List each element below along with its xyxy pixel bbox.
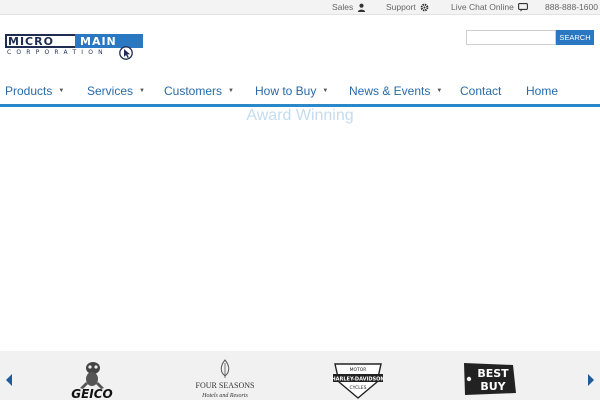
nav-item-label: Home bbox=[526, 84, 559, 98]
dropdown-caret-icon: ▼ bbox=[322, 88, 329, 94]
gear-icon bbox=[420, 3, 429, 12]
chevron-left-icon[interactable] bbox=[5, 373, 13, 387]
logo-word-micro: MICRO bbox=[8, 35, 54, 48]
chevron-right-icon[interactable] bbox=[587, 373, 595, 387]
dropdown-caret-icon: ▼ bbox=[436, 88, 443, 94]
sales-label: Sales bbox=[332, 2, 354, 12]
gecko-icon bbox=[80, 362, 104, 389]
person-icon bbox=[358, 3, 366, 12]
nav-item-home[interactable]: Home bbox=[526, 82, 558, 100]
nav-item-products[interactable]: Products ▼ bbox=[5, 82, 64, 100]
main-navigation: Products ▼ Services ▼ Customers ▼ How to… bbox=[0, 80, 600, 105]
logo-subtitle: CORPORATION bbox=[7, 49, 108, 56]
harley-wordmark: HARLEY-DAVIDSON bbox=[331, 377, 384, 383]
search-input[interactable] bbox=[466, 30, 556, 45]
hero-heading: Award Winning bbox=[246, 107, 354, 124]
nav-item-label: Customers bbox=[164, 84, 223, 98]
harley-davidson-logo[interactable]: MOTOR HARLEY-DAVIDSON CYCLES bbox=[331, 360, 385, 400]
geico-logo[interactable]: GEICO bbox=[60, 358, 124, 400]
nav-item-customers[interactable]: Customers ▼ bbox=[164, 82, 234, 100]
phone-number: 888-888-1600 bbox=[545, 2, 598, 12]
dropdown-caret-icon: ▼ bbox=[139, 88, 145, 94]
tree-icon bbox=[220, 359, 230, 378]
four-seasons-wordmark: FOUR SEASONS bbox=[196, 381, 255, 390]
nav-item-label: How to Buy bbox=[255, 84, 317, 98]
four-seasons-logo[interactable]: FOUR SEASONS Hotels and Resorts bbox=[192, 358, 258, 400]
nav-item-label: Services bbox=[87, 84, 134, 98]
nav-item-label: Contact bbox=[460, 84, 502, 98]
nav-item-contact[interactable]: Contact bbox=[460, 82, 501, 100]
harley-top-text: MOTOR bbox=[350, 367, 367, 373]
nav-item-label: Products bbox=[5, 84, 53, 98]
support-label: Support bbox=[386, 2, 416, 12]
nav-item-news-events[interactable]: News & Events ▼ bbox=[349, 82, 442, 100]
dropdown-caret-icon: ▼ bbox=[228, 88, 234, 94]
search-button[interactable]: SEARCH bbox=[556, 30, 594, 45]
sales-link[interactable]: Sales bbox=[332, 2, 366, 13]
chat-label: Live Chat Online bbox=[451, 2, 514, 12]
logo-word-main: MAIN bbox=[80, 35, 117, 48]
company-logo[interactable]: MICRO MAIN CORPORATION bbox=[5, 34, 143, 60]
chat-bubble-icon bbox=[517, 3, 528, 12]
live-chat-link[interactable]: Live Chat Online bbox=[451, 2, 528, 13]
cursor-icon bbox=[119, 46, 133, 60]
dropdown-caret-icon: ▼ bbox=[58, 88, 65, 94]
best-buy-word-2: BUY bbox=[480, 380, 506, 393]
geico-wordmark: GEICO bbox=[71, 387, 113, 400]
harley-bottom-text: CYCLES bbox=[350, 385, 367, 391]
nav-item-services[interactable]: Services ▼ bbox=[87, 82, 145, 100]
best-buy-word-1: BEST bbox=[477, 367, 509, 380]
support-link[interactable]: Support bbox=[386, 2, 429, 13]
top-utility-bar: Sales Support Live Chat Online 888-888-1… bbox=[0, 0, 600, 15]
four-seasons-tagline: Hotels and Resorts bbox=[201, 393, 248, 399]
nav-item-label: News & Events bbox=[349, 84, 431, 98]
nav-item-how-to-buy[interactable]: How to Buy ▼ bbox=[255, 82, 328, 100]
best-buy-logo[interactable]: BEST BUY bbox=[461, 361, 519, 397]
